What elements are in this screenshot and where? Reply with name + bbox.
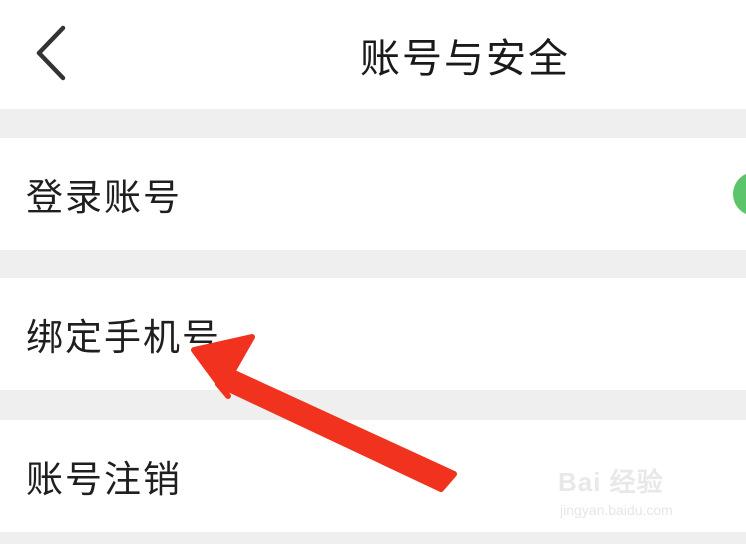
watermark-logo: Bai 经验: [558, 467, 664, 497]
chevron-left-icon: [33, 24, 67, 86]
watermark: Bai 经验 jingyan.baidu.com: [558, 462, 708, 532]
account-cancel-label: 账号注销: [26, 458, 182, 501]
bind-phone-label: 绑定手机号: [26, 316, 221, 359]
back-button[interactable]: [20, 22, 80, 88]
bind-phone-row[interactable]: 绑定手机号: [0, 278, 746, 390]
page-title: 账号与安全: [360, 35, 570, 82]
top-nav-bar: 账号与安全: [0, 0, 746, 109]
login-account-label: 登录账号: [26, 176, 182, 219]
login-account-row[interactable]: 登录账号: [0, 138, 746, 250]
account-security-screen: 账号与安全 登录账号 绑定手机号 账号注销 Bai 经验 jingyan.bai…: [0, 0, 746, 544]
watermark-url: jingyan.baidu.com: [560, 502, 673, 518]
